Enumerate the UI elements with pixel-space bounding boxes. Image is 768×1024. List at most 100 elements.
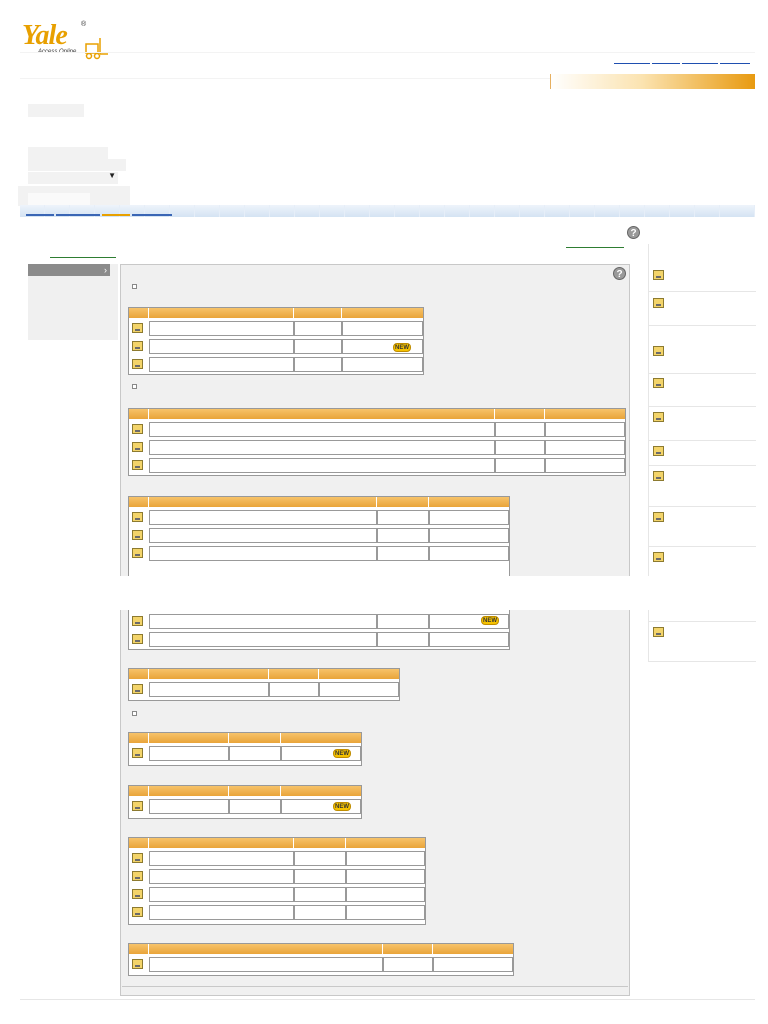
new-badge: NEW xyxy=(333,749,351,758)
table-row[interactable] xyxy=(129,545,509,562)
document-table xyxy=(128,408,626,476)
collapse-icon[interactable] xyxy=(132,384,137,389)
user-label-block xyxy=(28,104,84,117)
table-row[interactable] xyxy=(129,320,423,337)
document-icon[interactable] xyxy=(132,616,143,626)
table-row[interactable] xyxy=(129,439,625,456)
table-row[interactable] xyxy=(129,904,425,921)
table-row[interactable] xyxy=(129,457,625,474)
select-dropdown[interactable]: ▼ xyxy=(28,171,118,184)
panel-help-icon[interactable]: ? xyxy=(613,267,626,280)
table-header xyxy=(129,497,509,507)
document-table xyxy=(128,837,426,925)
table-row[interactable]: NEW xyxy=(129,338,423,355)
document-icon[interactable] xyxy=(132,323,143,333)
document-icon[interactable] xyxy=(132,889,143,899)
top-link-4[interactable] xyxy=(720,61,750,64)
document-table xyxy=(128,668,400,701)
collapse-icon[interactable] xyxy=(132,711,137,716)
table-row[interactable]: NEW xyxy=(129,745,361,762)
table-row[interactable]: NEW xyxy=(129,798,361,815)
document-icon[interactable] xyxy=(653,378,664,388)
sidebar-doc-item[interactable] xyxy=(649,507,756,547)
document-icon[interactable] xyxy=(653,552,664,562)
document-icon[interactable] xyxy=(653,446,664,456)
nav-tab-2[interactable] xyxy=(56,214,100,216)
document-icon[interactable] xyxy=(653,346,664,356)
document-icon[interactable] xyxy=(653,270,664,280)
new-badge: NEW xyxy=(481,616,499,625)
document-icon[interactable] xyxy=(132,634,143,644)
document-icon[interactable] xyxy=(132,801,143,811)
document-icon[interactable] xyxy=(132,442,143,452)
document-icon[interactable] xyxy=(653,512,664,522)
top-link-3[interactable] xyxy=(682,61,718,64)
dropdown-arrow-icon: ▼ xyxy=(108,171,116,180)
nav-tab-1[interactable] xyxy=(26,214,54,216)
sidebar-doc-item[interactable] xyxy=(649,466,756,507)
document-icon[interactable] xyxy=(132,424,143,434)
table-row[interactable] xyxy=(129,631,509,648)
header-divider-secondary xyxy=(20,78,550,79)
document-table: NEW xyxy=(128,732,362,766)
utility-link[interactable] xyxy=(566,247,624,248)
collapse-icon[interactable] xyxy=(132,284,137,289)
yale-logo[interactable]: Yale ® Access Online xyxy=(22,20,108,60)
document-table xyxy=(128,943,514,976)
table-header xyxy=(129,944,513,954)
table-row[interactable] xyxy=(129,509,509,526)
new-badge: NEW xyxy=(393,343,411,352)
table-row[interactable] xyxy=(129,850,425,867)
table-row[interactable] xyxy=(129,527,509,544)
logo-text: Yale xyxy=(22,20,68,51)
header-accent-band xyxy=(550,74,755,89)
document-icon[interactable] xyxy=(132,684,143,694)
table-row[interactable] xyxy=(129,956,513,973)
header-divider xyxy=(20,52,755,53)
document-icon[interactable] xyxy=(132,512,143,522)
table-row[interactable]: NEW xyxy=(129,613,509,630)
top-link-2[interactable] xyxy=(652,61,680,64)
form-label-block xyxy=(28,147,108,159)
sidebar-doc-item[interactable] xyxy=(649,622,756,662)
sidebar-doc-item[interactable] xyxy=(649,292,756,326)
top-link-1[interactable] xyxy=(614,61,650,64)
document-icon[interactable] xyxy=(132,959,143,969)
left-nav-item-selected[interactable]: › xyxy=(28,264,110,276)
document-table: NEW xyxy=(128,785,362,819)
sidebar-doc-item[interactable] xyxy=(649,441,756,466)
footer-divider xyxy=(20,999,755,1000)
sidebar-doc-item[interactable] xyxy=(649,407,756,441)
document-icon[interactable] xyxy=(132,548,143,558)
sidebar-doc-item[interactable] xyxy=(649,326,756,374)
table-row[interactable] xyxy=(129,421,625,438)
help-icon[interactable]: ? xyxy=(627,226,640,239)
table-header xyxy=(129,409,625,419)
table-header xyxy=(129,308,423,318)
nav-tab-4[interactable] xyxy=(132,214,172,216)
form-field-block[interactable] xyxy=(28,159,126,171)
document-icon[interactable] xyxy=(653,471,664,481)
toolbar-field[interactable] xyxy=(28,193,90,205)
table-row[interactable] xyxy=(129,886,425,903)
table-row[interactable] xyxy=(129,356,423,373)
document-icon[interactable] xyxy=(653,412,664,422)
table-row[interactable] xyxy=(129,681,399,698)
document-icon[interactable] xyxy=(132,460,143,470)
document-icon[interactable] xyxy=(132,871,143,881)
sidebar-doc-item[interactable] xyxy=(649,374,756,407)
breadcrumb-link[interactable] xyxy=(50,257,116,258)
document-icon[interactable] xyxy=(653,627,664,637)
document-icon[interactable] xyxy=(132,853,143,863)
document-icon[interactable] xyxy=(132,341,143,351)
document-icon[interactable] xyxy=(132,359,143,369)
table-row[interactable] xyxy=(129,868,425,885)
nav-tab-active[interactable] xyxy=(102,214,130,216)
document-icon[interactable] xyxy=(132,530,143,540)
document-icon[interactable] xyxy=(132,907,143,917)
document-icon[interactable] xyxy=(653,298,664,308)
document-icon[interactable] xyxy=(132,748,143,758)
table-header xyxy=(129,786,361,796)
sidebar-doc-item[interactable] xyxy=(649,244,756,292)
table-header xyxy=(129,838,425,848)
